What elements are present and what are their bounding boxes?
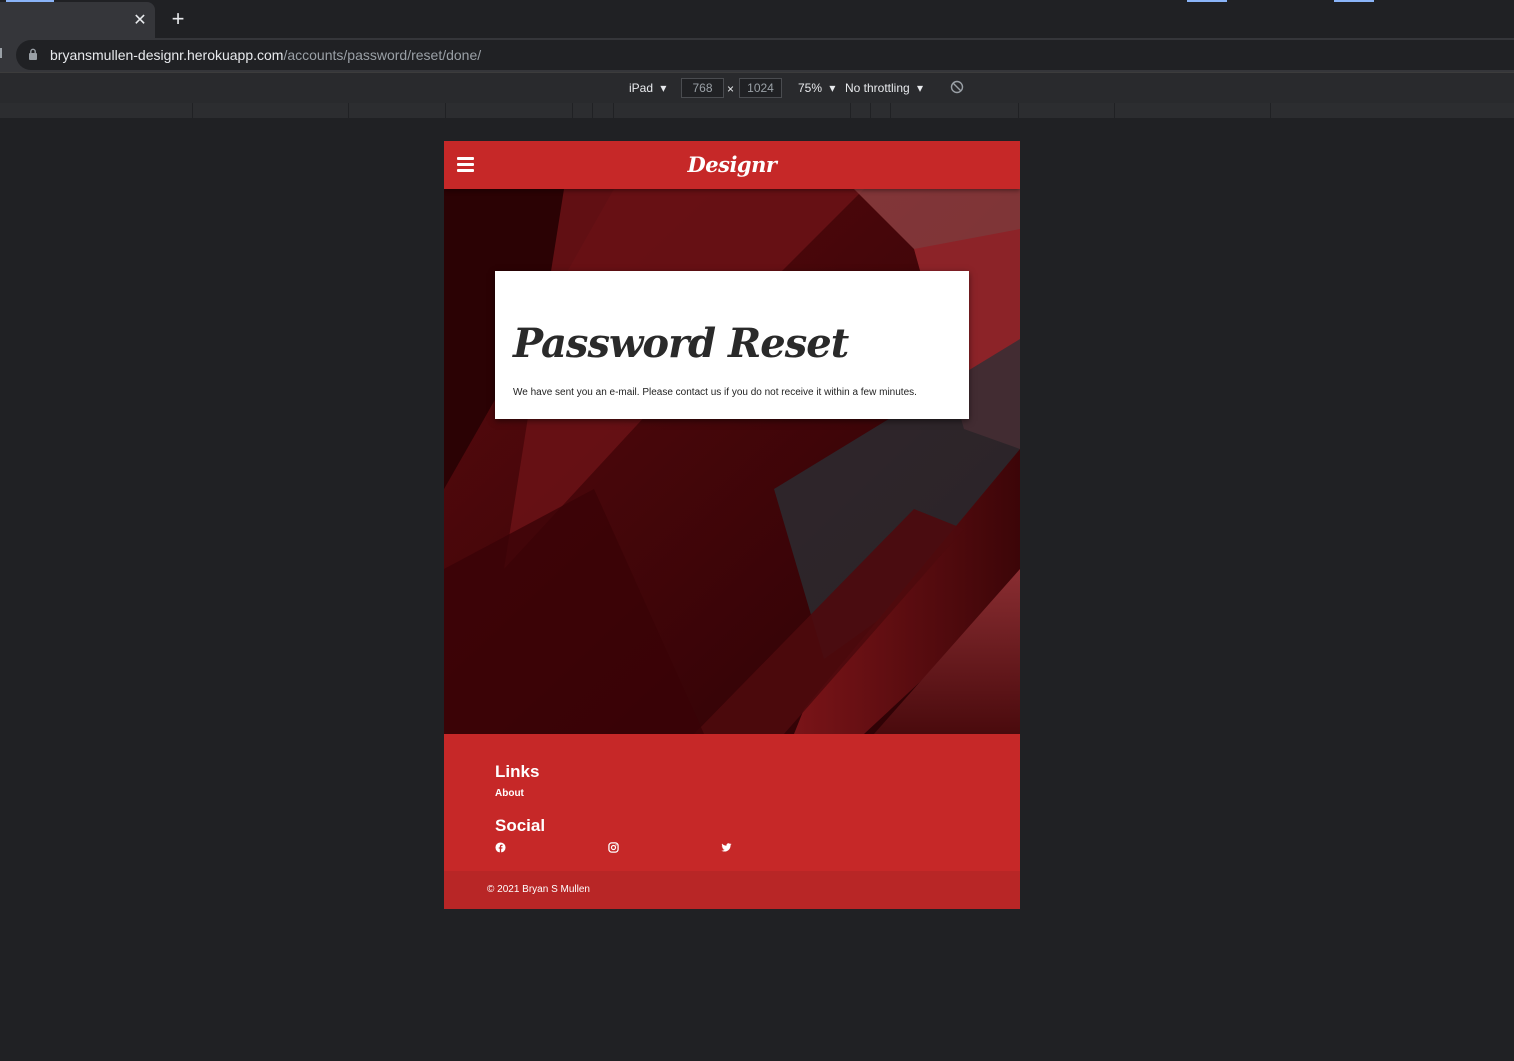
reload-icon[interactable] (0, 48, 2, 58)
new-tab-button[interactable]: + (168, 8, 188, 30)
zoom-label: 75% (798, 81, 823, 95)
instagram-icon[interactable] (608, 842, 619, 853)
ruler-divider (445, 103, 446, 118)
rotate-icon[interactable] (950, 80, 964, 94)
chevron-down-icon: ▾ (829, 81, 836, 95)
close-tab-icon[interactable]: ✕ (131, 11, 149, 31)
chevron-down-icon: ▾ (917, 81, 924, 95)
ruler-divider (850, 103, 851, 118)
copyright-bar: © 2021 Bryan S Mullen (444, 871, 1020, 909)
site-navbar: Designr (444, 141, 1020, 189)
ruler-divider (890, 103, 891, 118)
dimension-separator: × (727, 82, 735, 96)
reset-confirmation-message: We have sent you an e-mail. Please conta… (513, 387, 917, 398)
footer-links-heading: Links (495, 762, 540, 781)
device-toolbar: iPad ▾ 768 × 1024 75% ▾ No throttling ▾ (0, 72, 1514, 104)
site-footer: Links About Social (444, 734, 1020, 871)
ruler-divider (192, 103, 193, 118)
tab-loading-indicator (1187, 0, 1227, 2)
url-host: bryansmullen-designr.herokuapp.com (50, 47, 284, 63)
about-link[interactable]: About (495, 788, 524, 800)
throttling-select[interactable]: No throttling ▾ (845, 81, 923, 95)
emulated-page: Designr Password Reset We have sent you … (444, 141, 1020, 909)
device-label: iPad (629, 81, 654, 95)
lock-icon[interactable] (28, 48, 38, 60)
ruler-divider (870, 103, 871, 118)
zoom-select[interactable]: 75% ▾ (798, 81, 835, 95)
device-select[interactable]: iPad ▾ (629, 81, 666, 95)
url-path: /accounts/password/reset/done/ (283, 47, 482, 63)
ruler-divider (613, 103, 614, 118)
device-height-input[interactable]: 1024 (739, 78, 782, 98)
browser-toolbar: bryansmullen-designr.herokuapp.com/accou… (0, 38, 1514, 72)
hero-background: Password Reset We have sent you an e-mai… (444, 189, 1020, 734)
page-title: Password Reset (513, 320, 849, 367)
copyright-text: © 2021 Bryan S Mullen (487, 884, 590, 895)
facebook-icon[interactable] (495, 842, 506, 853)
ruler-divider (572, 103, 573, 118)
throttling-label: No throttling (845, 81, 910, 95)
tab-loading-indicator (1334, 0, 1374, 2)
ruler-divider (1270, 103, 1271, 118)
twitter-icon[interactable] (721, 842, 732, 853)
password-reset-card: Password Reset We have sent you an e-mai… (495, 271, 969, 419)
address-bar[interactable]: bryansmullen-designr.herokuapp.com/accou… (16, 40, 1514, 70)
ruler-divider (348, 103, 349, 118)
media-query-ruler[interactable] (0, 103, 1514, 118)
site-brand-logo[interactable]: Designr (444, 152, 1020, 178)
device-width-input[interactable]: 768 (681, 78, 724, 98)
ruler-divider (592, 103, 593, 118)
browser-tab[interactable]: ✕ (0, 2, 155, 38)
footer-social-heading: Social (495, 816, 546, 835)
browser-tab-strip: ✕ + (0, 0, 1514, 38)
chevron-down-icon: ▾ (660, 81, 667, 95)
ruler-divider (1018, 103, 1019, 118)
url-text[interactable]: bryansmullen-designr.herokuapp.com/accou… (50, 47, 481, 63)
ruler-divider (1114, 103, 1115, 118)
